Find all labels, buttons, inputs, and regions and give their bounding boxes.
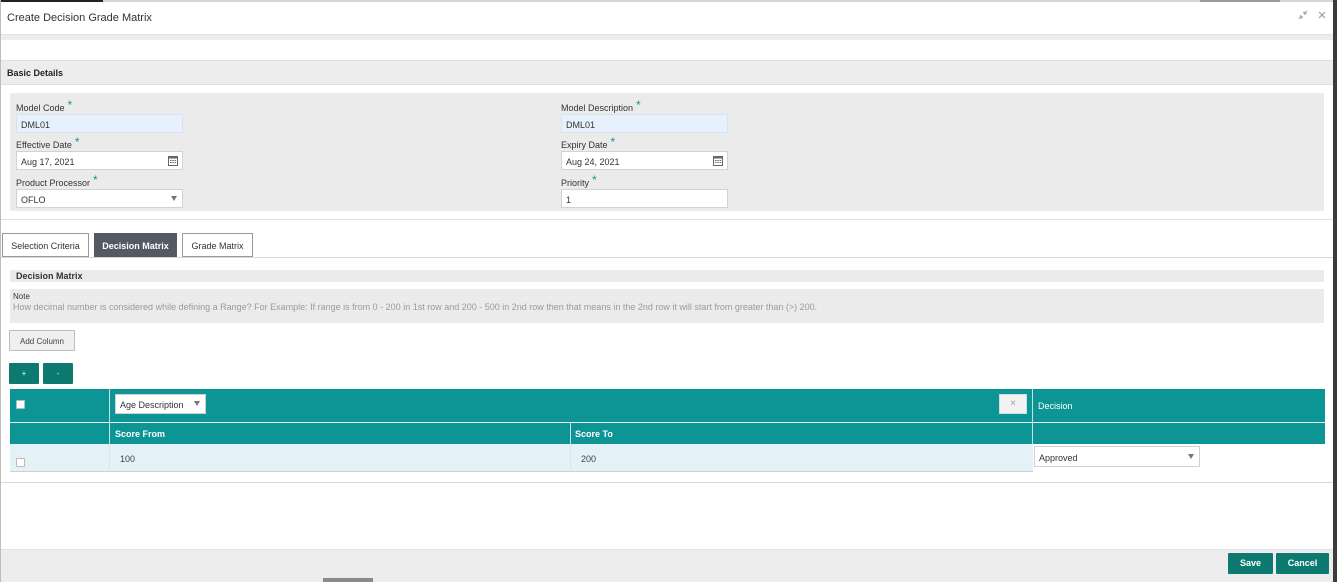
row-checkbox[interactable] — [16, 458, 25, 467]
collapse-arrows-icon[interactable] — [1297, 9, 1309, 24]
add-row-button[interactable]: + — [9, 363, 39, 384]
tab-decision-matrix[interactable]: Decision Matrix — [94, 233, 177, 257]
toolbar-area — [1, 40, 1333, 61]
effective-date-input[interactable]: Aug 17, 2021 — [16, 151, 183, 170]
grid-header-row: Age Description × Decision — [10, 389, 1325, 422]
add-column-button[interactable]: Add Column — [9, 330, 75, 351]
score-to-cell[interactable]: 200 — [581, 454, 596, 464]
decision-matrix-title: Decision Matrix — [16, 271, 83, 281]
priority-input[interactable]: 1 — [561, 189, 728, 208]
calendar-icon[interactable] — [713, 155, 723, 166]
chevron-down-icon — [171, 196, 177, 201]
calendar-icon[interactable] — [168, 155, 178, 166]
decision-matrix-header: Decision Matrix — [10, 270, 1324, 282]
section-divider — [1, 219, 1333, 220]
product-processor-select[interactable]: OFLO — [16, 189, 183, 208]
decision-cell: Approved — [1033, 444, 1325, 472]
window-title-bar: Create Decision Grade Matrix — [1, 2, 1333, 35]
window-title: Create Decision Grade Matrix — [7, 12, 152, 24]
note-box: Note How decimal number is considered wh… — [10, 289, 1324, 323]
decision-matrix-grid: Age Description × Decision Score From Sc… — [10, 389, 1325, 472]
footer-bar — [1, 549, 1333, 582]
expiry-date-label: Expiry Date * — [561, 135, 616, 150]
window-right-edge — [1333, 0, 1337, 582]
column-criteria-select[interactable]: Age Description — [115, 394, 206, 414]
model-description-label: Model Description * — [561, 98, 641, 113]
note-text: How decimal number is considered while d… — [13, 302, 818, 312]
expiry-date-input[interactable]: Aug 24, 2021 — [561, 151, 728, 170]
decision-column-header: Decision — [1038, 401, 1073, 411]
chevron-down-icon — [194, 401, 200, 406]
priority-label: Priority * — [561, 173, 597, 188]
remove-column-button[interactable]: × — [999, 394, 1027, 414]
grid-subheader-row: Score From Score To — [10, 422, 1325, 445]
score-from-header: Score From — [115, 429, 166, 439]
save-button[interactable]: Save — [1228, 553, 1273, 574]
table-row[interactable]: 100 200 Approved — [10, 444, 1325, 472]
note-label: Note — [13, 292, 30, 301]
model-description-input[interactable]: DML01 — [561, 114, 728, 133]
basic-details-title: Basic Details — [7, 68, 64, 78]
basic-details-header: Basic Details — [1, 61, 1333, 85]
close-icon: × — [1010, 398, 1016, 409]
close-icon[interactable] — [1317, 9, 1327, 24]
model-code-input[interactable]: DML01 — [16, 114, 183, 133]
chevron-down-icon — [1188, 454, 1194, 459]
decision-select[interactable]: Approved — [1034, 446, 1200, 467]
score-from-cell[interactable]: 100 — [120, 454, 135, 464]
select-all-checkbox[interactable] — [16, 400, 25, 409]
horizontal-scrollbar[interactable] — [323, 578, 373, 582]
basic-details-panel: Model Code * DML01 Effective Date * Aug 17… — [10, 93, 1324, 211]
effective-date-label: Effective Date * — [16, 135, 80, 150]
remove-row-button[interactable]: - — [43, 363, 73, 384]
score-to-header: Score To — [575, 429, 613, 439]
model-code-label: Model Code * — [16, 98, 73, 113]
cancel-button[interactable]: Cancel — [1276, 553, 1329, 574]
product-processor-label: Product Processor * — [16, 173, 98, 188]
tab-grade-matrix[interactable]: Grade Matrix — [182, 233, 253, 257]
tab-selection-criteria[interactable]: Selection Criteria — [2, 233, 89, 257]
